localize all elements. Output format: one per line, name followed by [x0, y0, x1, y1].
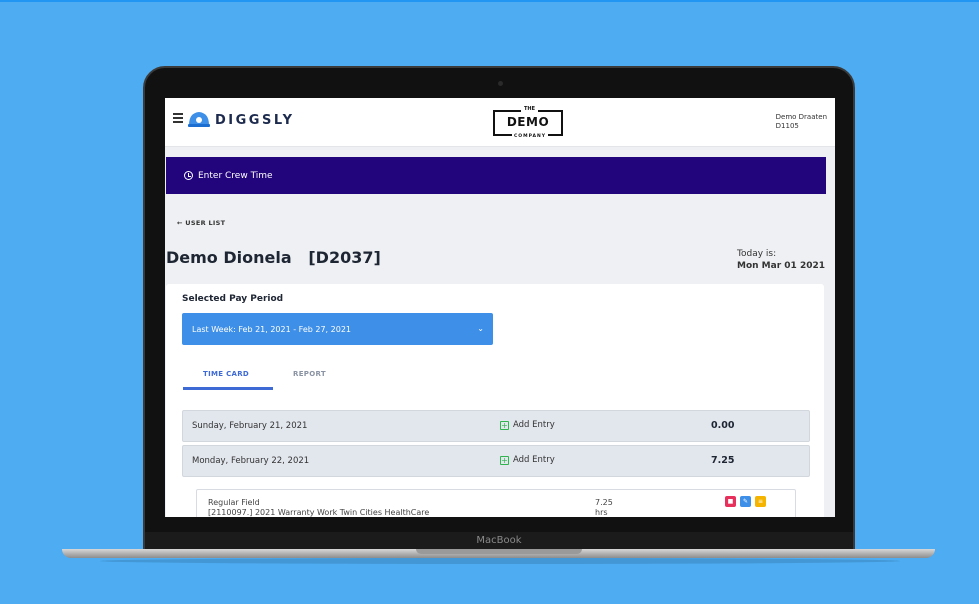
pencil-icon[interactable]: ✎ [740, 496, 751, 507]
camera [498, 81, 503, 86]
clock-icon [184, 171, 193, 180]
day-total: 7.25 [711, 455, 735, 466]
day-date: Sunday, February 21, 2021 [192, 421, 308, 431]
plus-square-icon: + [500, 420, 509, 430]
laptop-notch [416, 549, 582, 554]
enter-crew-time-button[interactable]: Enter Crew Time [166, 157, 826, 194]
trash-icon[interactable]: ■ [725, 496, 736, 507]
entry-actions: ■ ✎ ≡ [725, 496, 766, 507]
entry-description: [2110097.] 2021 Warranty Work Twin Citie… [208, 508, 430, 517]
entry-type: Regular Field [208, 498, 260, 507]
page-title: Demo Dionela [D2037] [166, 248, 381, 267]
day-date: Monday, February 22, 2021 [192, 456, 310, 466]
app-screen: DIGGSLY THE DEMO COMPANY Demo Draaten D1… [165, 98, 835, 517]
app-header: DIGGSLY THE DEMO COMPANY Demo Draaten D1… [165, 98, 835, 147]
laptop-chin: MacBook [145, 532, 853, 550]
user-name: Demo Draaten [775, 113, 827, 121]
day-row[interactable]: Sunday, February 21, 2021 + Add Entry 0.… [182, 410, 810, 442]
add-entry-button[interactable]: + Add Entry [500, 455, 555, 465]
laptop-shadow [100, 558, 900, 564]
chevron-down-icon: ⌄ [477, 324, 484, 333]
tab-report[interactable]: REPORT [293, 370, 326, 378]
day-total: 0.00 [711, 420, 735, 431]
day-row[interactable]: Monday, February 22, 2021 + Add Entry 7.… [182, 445, 810, 477]
time-entry: Regular Field [2110097.] 2021 Warranty W… [196, 489, 796, 517]
time-card-panel: Selected Pay Period Last Week: Feb 21, 2… [166, 284, 824, 517]
menu-icon[interactable] [173, 113, 183, 123]
plus-square-icon: + [500, 455, 509, 465]
user-info[interactable]: Demo Draaten D1105 [776, 113, 827, 131]
user-id: D1105 [775, 122, 799, 130]
active-tab-indicator [183, 387, 273, 390]
logo-text: DIGGSLY [215, 113, 295, 128]
entry-hours: 7.25 hrs [595, 498, 613, 517]
today-date: Today is: Mon Mar 01 2021 [737, 249, 825, 271]
tab-time-card[interactable]: TIME CARD [203, 370, 249, 378]
pay-period-select[interactable]: Last Week: Feb 21, 2021 - Feb 27, 2021 ⌄ [182, 313, 493, 345]
crew-bar-label: Enter Crew Time [198, 170, 273, 181]
company-logo: THE DEMO COMPANY [493, 106, 563, 139]
pay-period-label: Selected Pay Period [182, 294, 284, 304]
user-list-link[interactable]: ← USER LIST [177, 219, 225, 227]
diggsly-logo-icon [188, 112, 210, 127]
add-entry-button[interactable]: + Add Entry [500, 420, 555, 430]
list-icon[interactable]: ≡ [755, 496, 766, 507]
